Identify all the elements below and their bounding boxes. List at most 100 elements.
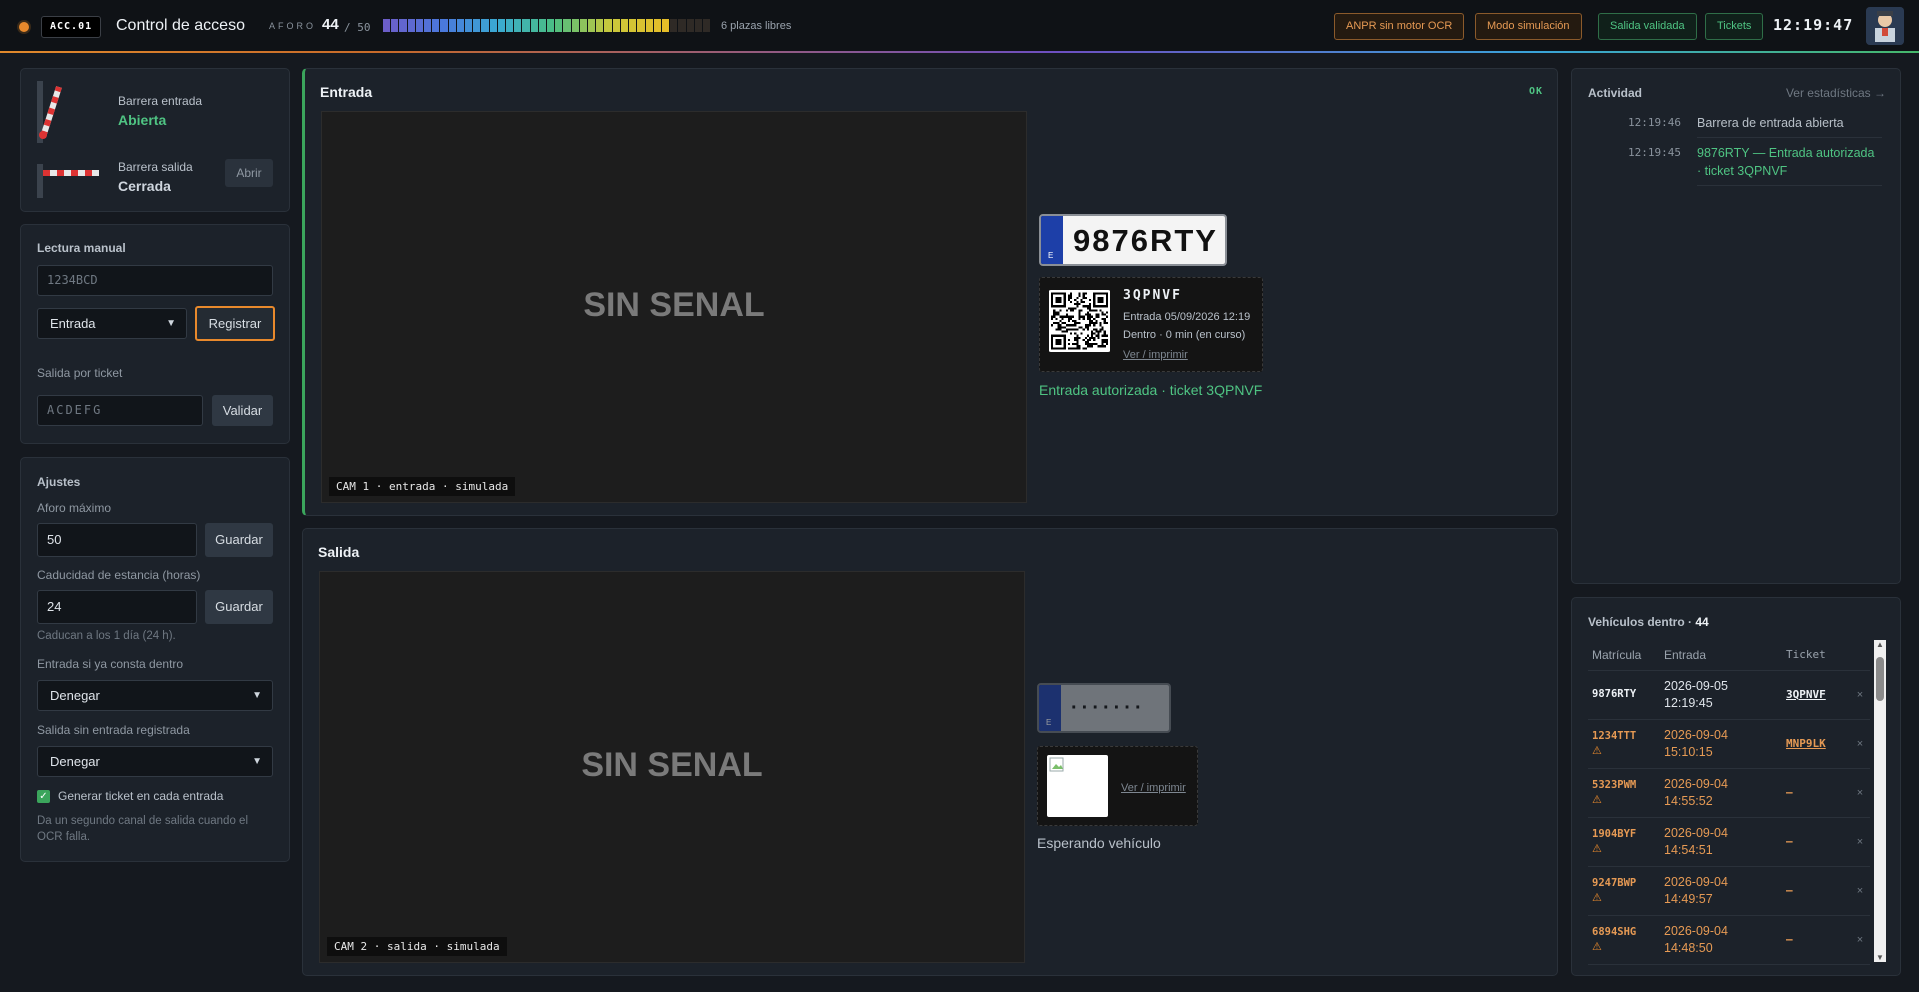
eu-flag-icon: E: [1041, 216, 1063, 264]
manual-title: Lectura manual: [37, 241, 126, 255]
occupancy-segment: [588, 19, 596, 32]
ticket-cell[interactable]: 3QPNVF: [1786, 670, 1850, 720]
entry-date: 2026-09-05: [1664, 678, 1728, 693]
entry-no-signal: SIN SENAL: [583, 286, 765, 324]
occupancy-segment: [620, 19, 629, 32]
table-row[interactable]: 6894SHG ⚠ 2026-09-04 14:48:50 — ×: [1588, 915, 1870, 965]
entry-cell: 2026-09-04 15:10:15: [1664, 719, 1786, 769]
plate-input[interactable]: 1234BCD: [37, 265, 273, 296]
occupancy-segment: [481, 19, 489, 32]
exit-plate-number: ·······: [1061, 685, 1169, 731]
direction-select[interactable]: Entrada ▼: [37, 308, 187, 339]
scroll-up-icon[interactable]: ▲: [1875, 640, 1885, 649]
ticket-cell: —: [1786, 866, 1850, 916]
ticket-cell[interactable]: MNP9LK: [1786, 719, 1850, 769]
activity-divider: [1697, 137, 1882, 138]
table-row[interactable]: 9247BWP ⚠ 2026-09-04 14:49:57 — ×: [1588, 866, 1870, 916]
occupancy-segment: [702, 19, 711, 32]
vehicles-scrollbar[interactable]: ▲ ▼: [1874, 640, 1886, 962]
occupancy-segment: [497, 19, 506, 32]
chevron-down-icon: ▼: [166, 318, 176, 329]
occupancy-segment: [645, 19, 653, 32]
exit-no-signal: SIN SENAL: [581, 746, 763, 784]
anpr-button[interactable]: ANPR sin motor OCR: [1334, 13, 1465, 40]
entry-cell: 2026-09-04 14:48:50: [1664, 915, 1786, 965]
avatar[interactable]: [1866, 7, 1904, 45]
ticket-hint: Da un segundo canal de salida cuando el …: [37, 815, 248, 843]
exit-ticket-print-link[interactable]: Ver / imprimir: [1121, 782, 1186, 794]
qr-code-icon: [1049, 290, 1110, 352]
duplicate-entry-select[interactable]: Denegar ▼: [37, 680, 273, 711]
open-exit-button[interactable]: Abrir: [225, 159, 273, 187]
ticket-input[interactable]: ACDEFG: [37, 395, 203, 426]
scroll-down-icon[interactable]: ▼: [1875, 953, 1885, 962]
remove-icon[interactable]: ×: [1850, 866, 1870, 916]
remove-icon[interactable]: ×: [1850, 768, 1870, 818]
validate-button[interactable]: Validar: [212, 395, 273, 426]
expiry-label: Caducidad de estancia (horas): [37, 568, 201, 582]
warning-icon: ⚠: [1592, 744, 1602, 757]
activity-message: 9876RTY — Entrada autorizada · ticket 3Q…: [1697, 146, 1875, 178]
no-entry-exit-value: Denegar: [50, 754, 100, 769]
barrier-closed-icon: [37, 164, 99, 198]
exit-barrier-label: Barrera salida: [118, 160, 193, 174]
exit-camera-label: CAM 2 · salida · simulada: [327, 937, 507, 956]
entry-time: 15:10:15: [1664, 744, 1713, 759]
plate-text: 9247BWP: [1592, 876, 1637, 889]
save-expiry-button[interactable]: Guardar: [205, 590, 273, 624]
occupancy-segment: [637, 19, 645, 32]
occupancy-segment: [612, 19, 620, 32]
table-row[interactable]: 1234TTT ⚠ 2026-09-04 15:10:15 MNP9LK ×: [1588, 719, 1870, 769]
activity-panel: Actividad Ver estadísticas → 12:19:46 Bar…: [1571, 68, 1901, 584]
entry-camera-feed: SIN SENAL CAM 1 · entrada · simulada: [321, 111, 1027, 503]
ticket-exit-label: Salida por ticket: [37, 366, 123, 380]
remove-icon[interactable]: ×: [1850, 719, 1870, 769]
entry-plate: E 9876RTY: [1039, 214, 1227, 266]
plate-text: 5323PWM: [1592, 778, 1637, 791]
exit-validated-button[interactable]: Salida validada: [1598, 13, 1697, 40]
remove-icon[interactable]: ×: [1850, 670, 1870, 720]
exit-camera-feed: SIN SENAL CAM 2 · salida · simulada: [319, 571, 1025, 963]
column-header: Entrada: [1664, 640, 1786, 671]
expiry-input[interactable]: 24: [37, 590, 197, 624]
aforo-max: / 50: [344, 21, 371, 34]
save-capacity-button[interactable]: Guardar: [205, 523, 273, 557]
entry-barrier-state: Abierta: [118, 112, 167, 128]
occupancy-segment: [629, 19, 637, 32]
entry-ticket: 3QPNVF Entrada 05/09/2026 12:19 Dentro ·…: [1039, 277, 1263, 372]
chevron-down-icon: ▼: [252, 756, 262, 767]
remove-icon[interactable]: ×: [1850, 915, 1870, 965]
vehicles-title: Vehículos dentro · 44: [1588, 615, 1709, 629]
simulation-mode-button[interactable]: Modo simulación: [1475, 13, 1582, 40]
status-dot-icon: [19, 22, 29, 32]
entry-time: 14:48:50: [1664, 940, 1713, 955]
remove-icon[interactable]: ×: [1850, 817, 1870, 867]
warning-icon: ⚠: [1592, 891, 1602, 904]
duplicate-entry-value: Denegar: [50, 688, 100, 703]
plate-cell: 1904BYF ⚠: [1588, 817, 1664, 867]
exit-section: Salida SIN SENAL CAM 2 · salida · simula…: [302, 528, 1558, 976]
tickets-button[interactable]: Tickets: [1705, 13, 1764, 40]
no-entry-exit-select[interactable]: Denegar ▼: [37, 746, 273, 777]
expiry-hint: Caducan a los 1 día (24 h).: [37, 630, 176, 642]
column-header: Matrícula: [1588, 640, 1664, 671]
table-row[interactable]: 5323PWM ⚠ 2026-09-04 14:55:52 — ×: [1588, 768, 1870, 818]
manual-panel: Lectura manual 1234BCD Entrada ▼ Registra…: [20, 224, 290, 444]
ticket-cell: —: [1786, 915, 1850, 965]
column-header: Ticket: [1786, 640, 1850, 671]
statistics-link[interactable]: Ver estadísticas →: [1786, 86, 1886, 100]
max-capacity-input[interactable]: 50: [37, 523, 197, 557]
entry-cell: 2026-09-04 14:49:57: [1664, 866, 1786, 916]
scrollbar-thumb[interactable]: [1876, 657, 1884, 701]
occupancy-segment: [424, 19, 432, 32]
occupancy-segment: [604, 19, 612, 32]
register-button[interactable]: Registrar: [195, 306, 275, 341]
occupancy-segment: [440, 19, 448, 32]
entry-ticket-print-link[interactable]: Ver / imprimir: [1123, 349, 1188, 361]
occupancy-segment: [407, 19, 415, 32]
table-row[interactable]: 9876RTY 2026-09-05 12:19:45 3QPNVF ×: [1588, 670, 1870, 720]
generate-ticket-checkbox[interactable]: ✓: [37, 790, 50, 803]
entry-cell: 2026-09-04 14:54:51: [1664, 817, 1786, 867]
table-row[interactable]: 1904BYF ⚠ 2026-09-04 14:54:51 — ×: [1588, 817, 1870, 867]
chevron-down-icon: ▼: [252, 690, 262, 701]
